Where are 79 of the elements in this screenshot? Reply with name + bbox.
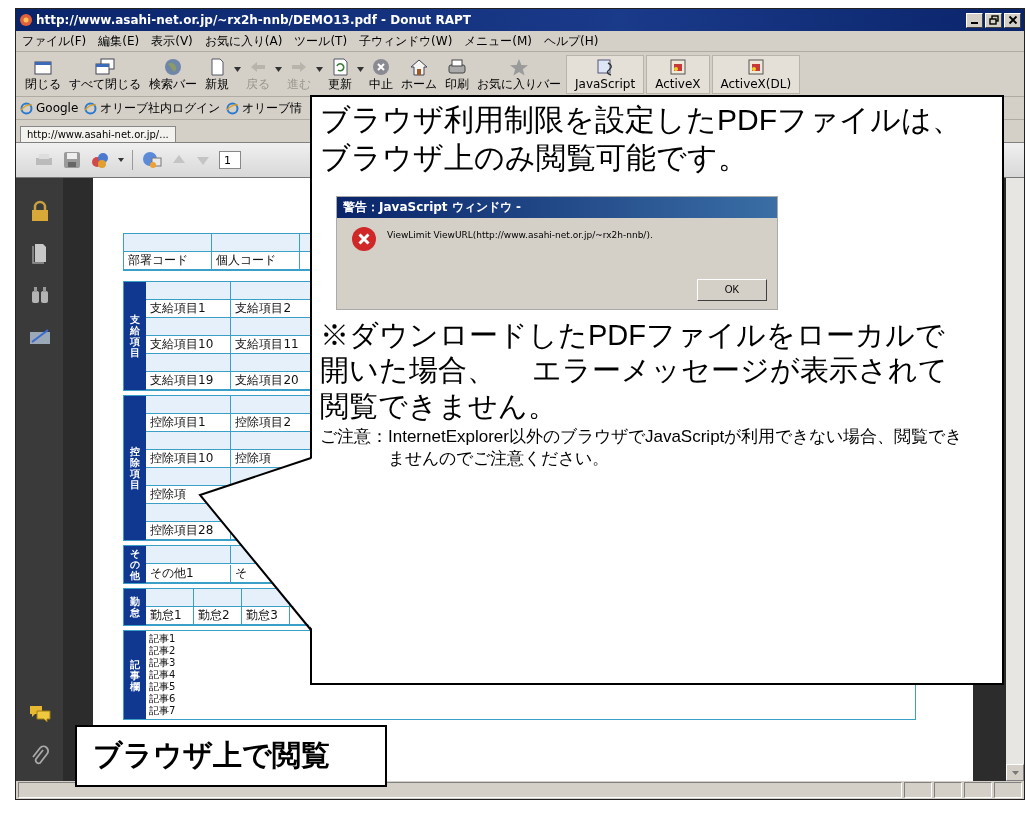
minimize-icon bbox=[971, 22, 978, 24]
scrollbar[interactable] bbox=[1006, 178, 1024, 781]
callout-note: ※ダウンロードしたPDFファイルをローカルで開いた場合、 エラーメッセージが表示されて閲覧できません。 bbox=[320, 317, 950, 424]
caret-icon[interactable] bbox=[357, 66, 364, 72]
form-cell: 支給項目19 bbox=[146, 372, 232, 390]
favorite-link[interactable]: オリーブ情 bbox=[226, 99, 303, 117]
menu-item[interactable]: 子ウィンドウ(W) bbox=[359, 32, 453, 50]
notes-line: 記事2 bbox=[149, 645, 177, 657]
dialog-title: 警告：JavaScript ウィンドウ - bbox=[337, 196, 777, 218]
menu-item[interactable]: ツール(T) bbox=[294, 32, 348, 50]
menu-item[interactable]: 表示(V) bbox=[151, 32, 193, 50]
menu-item[interactable]: ファイル(F) bbox=[22, 32, 87, 50]
form-cell: その他1 bbox=[146, 564, 232, 583]
windows-icon bbox=[94, 56, 116, 77]
window-title: http://www.asahi-net.or.jp/~rx2h-nnb/DEMO13.pdf - Donut RAPT bbox=[36, 13, 471, 27]
toolbar-button[interactable]: 更新 bbox=[325, 55, 355, 93]
menu-item[interactable]: お気に入り(A) bbox=[204, 32, 283, 50]
toolbar-button[interactable]: お気に入りバー bbox=[474, 55, 564, 93]
ok-button[interactable]: OK bbox=[697, 278, 767, 301]
save-icon[interactable] bbox=[62, 150, 82, 170]
toolbar-button[interactable]: すべて閉じる bbox=[66, 55, 144, 93]
favicon-icon bbox=[226, 101, 240, 115]
section-label: 記事欄 bbox=[124, 631, 146, 719]
caret-icon bbox=[1011, 770, 1019, 775]
form-cell: 勤怠3 bbox=[242, 607, 291, 625]
error-icon bbox=[351, 225, 377, 252]
caret-icon[interactable] bbox=[118, 158, 124, 162]
caution-text: InternetExplorer以外のブラウザでJavaScriptが利用できない場合、閲覧できませんのでご注意ください。 bbox=[388, 425, 964, 470]
section-label: 支給項目 bbox=[124, 282, 146, 390]
comment-icon[interactable] bbox=[27, 703, 52, 725]
section-label: 勤怠 bbox=[124, 589, 146, 625]
toolbar-button[interactable]: 中止 bbox=[366, 55, 396, 93]
caret-icon[interactable] bbox=[234, 66, 241, 72]
stop-icon bbox=[370, 56, 392, 77]
form-cell: 個人コード bbox=[211, 252, 300, 270]
form-cell: 勤怠2 bbox=[194, 607, 243, 625]
favicon-icon bbox=[20, 101, 33, 115]
label-callout: ブラウザ上で閲覧 bbox=[75, 725, 387, 787]
page-number-field[interactable]: 1 bbox=[219, 151, 241, 169]
dialog-message: ViewLimit ViewURL(http://www.asahi-net.or.jp/~rx2h-nnb/). bbox=[387, 228, 653, 240]
toolbar-button[interactable]: 閉じる bbox=[22, 55, 64, 93]
printer-icon bbox=[446, 56, 468, 77]
toolbar-button[interactable]: JavaScript bbox=[566, 54, 645, 94]
restore-button[interactable] bbox=[985, 12, 1002, 28]
close-button[interactable] bbox=[1004, 12, 1021, 28]
notes-line: 記事4 bbox=[149, 669, 177, 681]
favicon-icon bbox=[84, 101, 98, 115]
menu-item[interactable]: 編集(E) bbox=[98, 32, 140, 50]
notes-line: 記事1 bbox=[149, 633, 177, 645]
callout-heading: ブラウザ利用制限を設定したPDFファイルは、ブラウザ上のみ閲覧可能です。 bbox=[320, 102, 963, 177]
paperclip-icon[interactable] bbox=[29, 745, 50, 767]
toolbar-button[interactable]: 印刷 bbox=[442, 55, 472, 93]
favorite-link[interactable]: Google bbox=[20, 101, 79, 115]
form-cell: 勤怠1 bbox=[146, 607, 195, 625]
close-icon bbox=[1007, 15, 1018, 25]
app-icon bbox=[19, 13, 33, 27]
section-label: 控除項目 bbox=[124, 396, 146, 540]
favorite-link[interactable]: オリーブ社内ログイン bbox=[84, 99, 221, 117]
toolbar-button[interactable]: 検索バー bbox=[146, 55, 200, 93]
notes-line: 記事5 bbox=[149, 681, 177, 693]
caution-label: ご注意： bbox=[320, 425, 388, 448]
browser-tab[interactable]: http://www.asahi-net.or.jp/... bbox=[20, 126, 176, 142]
form-cell: 部署コード bbox=[124, 252, 212, 270]
notes-line: 記事3 bbox=[149, 657, 177, 669]
globe-icon[interactable] bbox=[141, 150, 163, 170]
restore-icon bbox=[988, 15, 999, 25]
toolbar-button[interactable]: ActiveX bbox=[646, 54, 710, 94]
share-icon[interactable] bbox=[90, 150, 110, 170]
notes-line: 記事6 bbox=[149, 693, 177, 705]
scroll-down-button[interactable] bbox=[1006, 764, 1024, 781]
section-label: その他 bbox=[124, 546, 146, 583]
menu-item[interactable]: メニュー(M) bbox=[464, 32, 533, 50]
notes-line: 記事7 bbox=[149, 705, 177, 717]
menu-item[interactable]: ヘルプ(H) bbox=[544, 32, 599, 50]
toolbar-button[interactable]: ActiveX(DL) bbox=[711, 54, 801, 94]
globe-icon bbox=[162, 56, 184, 77]
toolbar-button[interactable]: 新規 bbox=[202, 55, 232, 93]
toolbar-button[interactable]: ホーム bbox=[398, 55, 440, 93]
minimize-button[interactable] bbox=[966, 12, 983, 28]
